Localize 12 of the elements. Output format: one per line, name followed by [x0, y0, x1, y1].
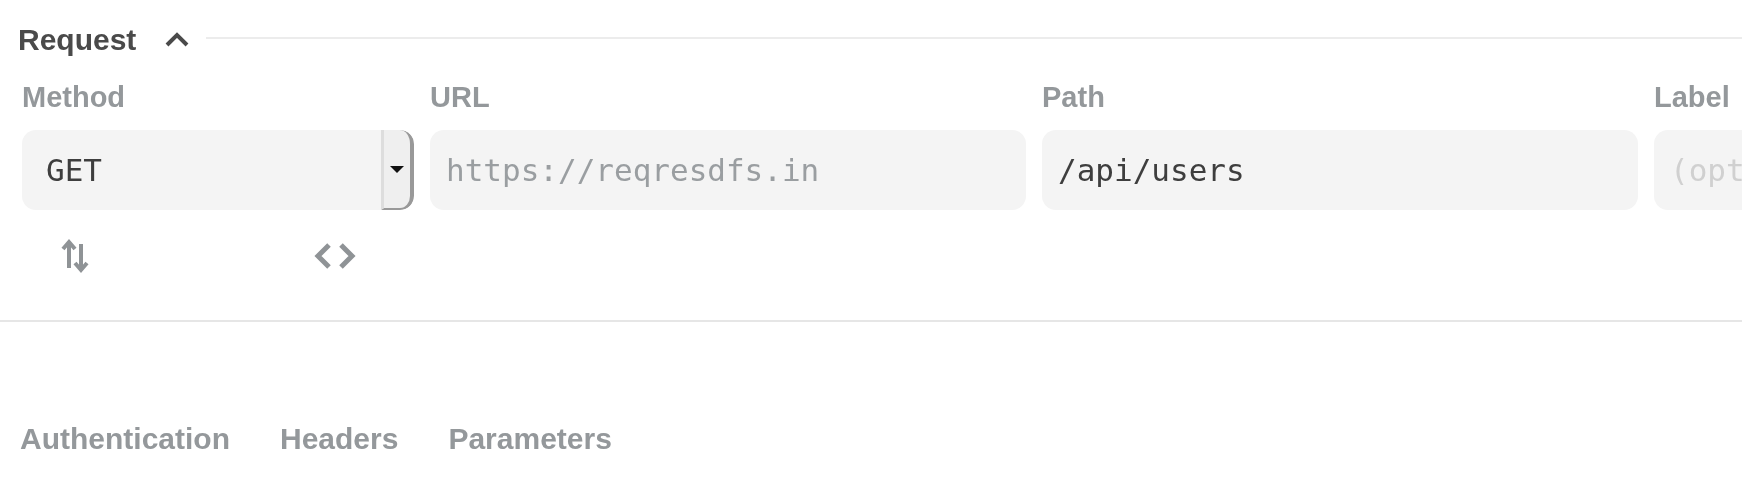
tab[interactable]: Headers: [280, 422, 399, 456]
field-label: Label: [1654, 80, 1731, 114]
field-label: Method: [22, 80, 127, 114]
input-field[interactable]: https://reqresdfs.in: [430, 130, 1026, 210]
tab[interactable]: Authentication: [20, 422, 230, 456]
field-label: Path: [1042, 80, 1106, 114]
method-dropdown[interactable]: GET: [22, 130, 414, 210]
input-field[interactable]: /api/users: [1042, 130, 1638, 210]
section-title: Request: [18, 23, 137, 57]
chevron-up-icon: [164, 32, 191, 48]
tab[interactable]: Parameters: [448, 422, 612, 456]
field-label: URL: [430, 80, 491, 114]
